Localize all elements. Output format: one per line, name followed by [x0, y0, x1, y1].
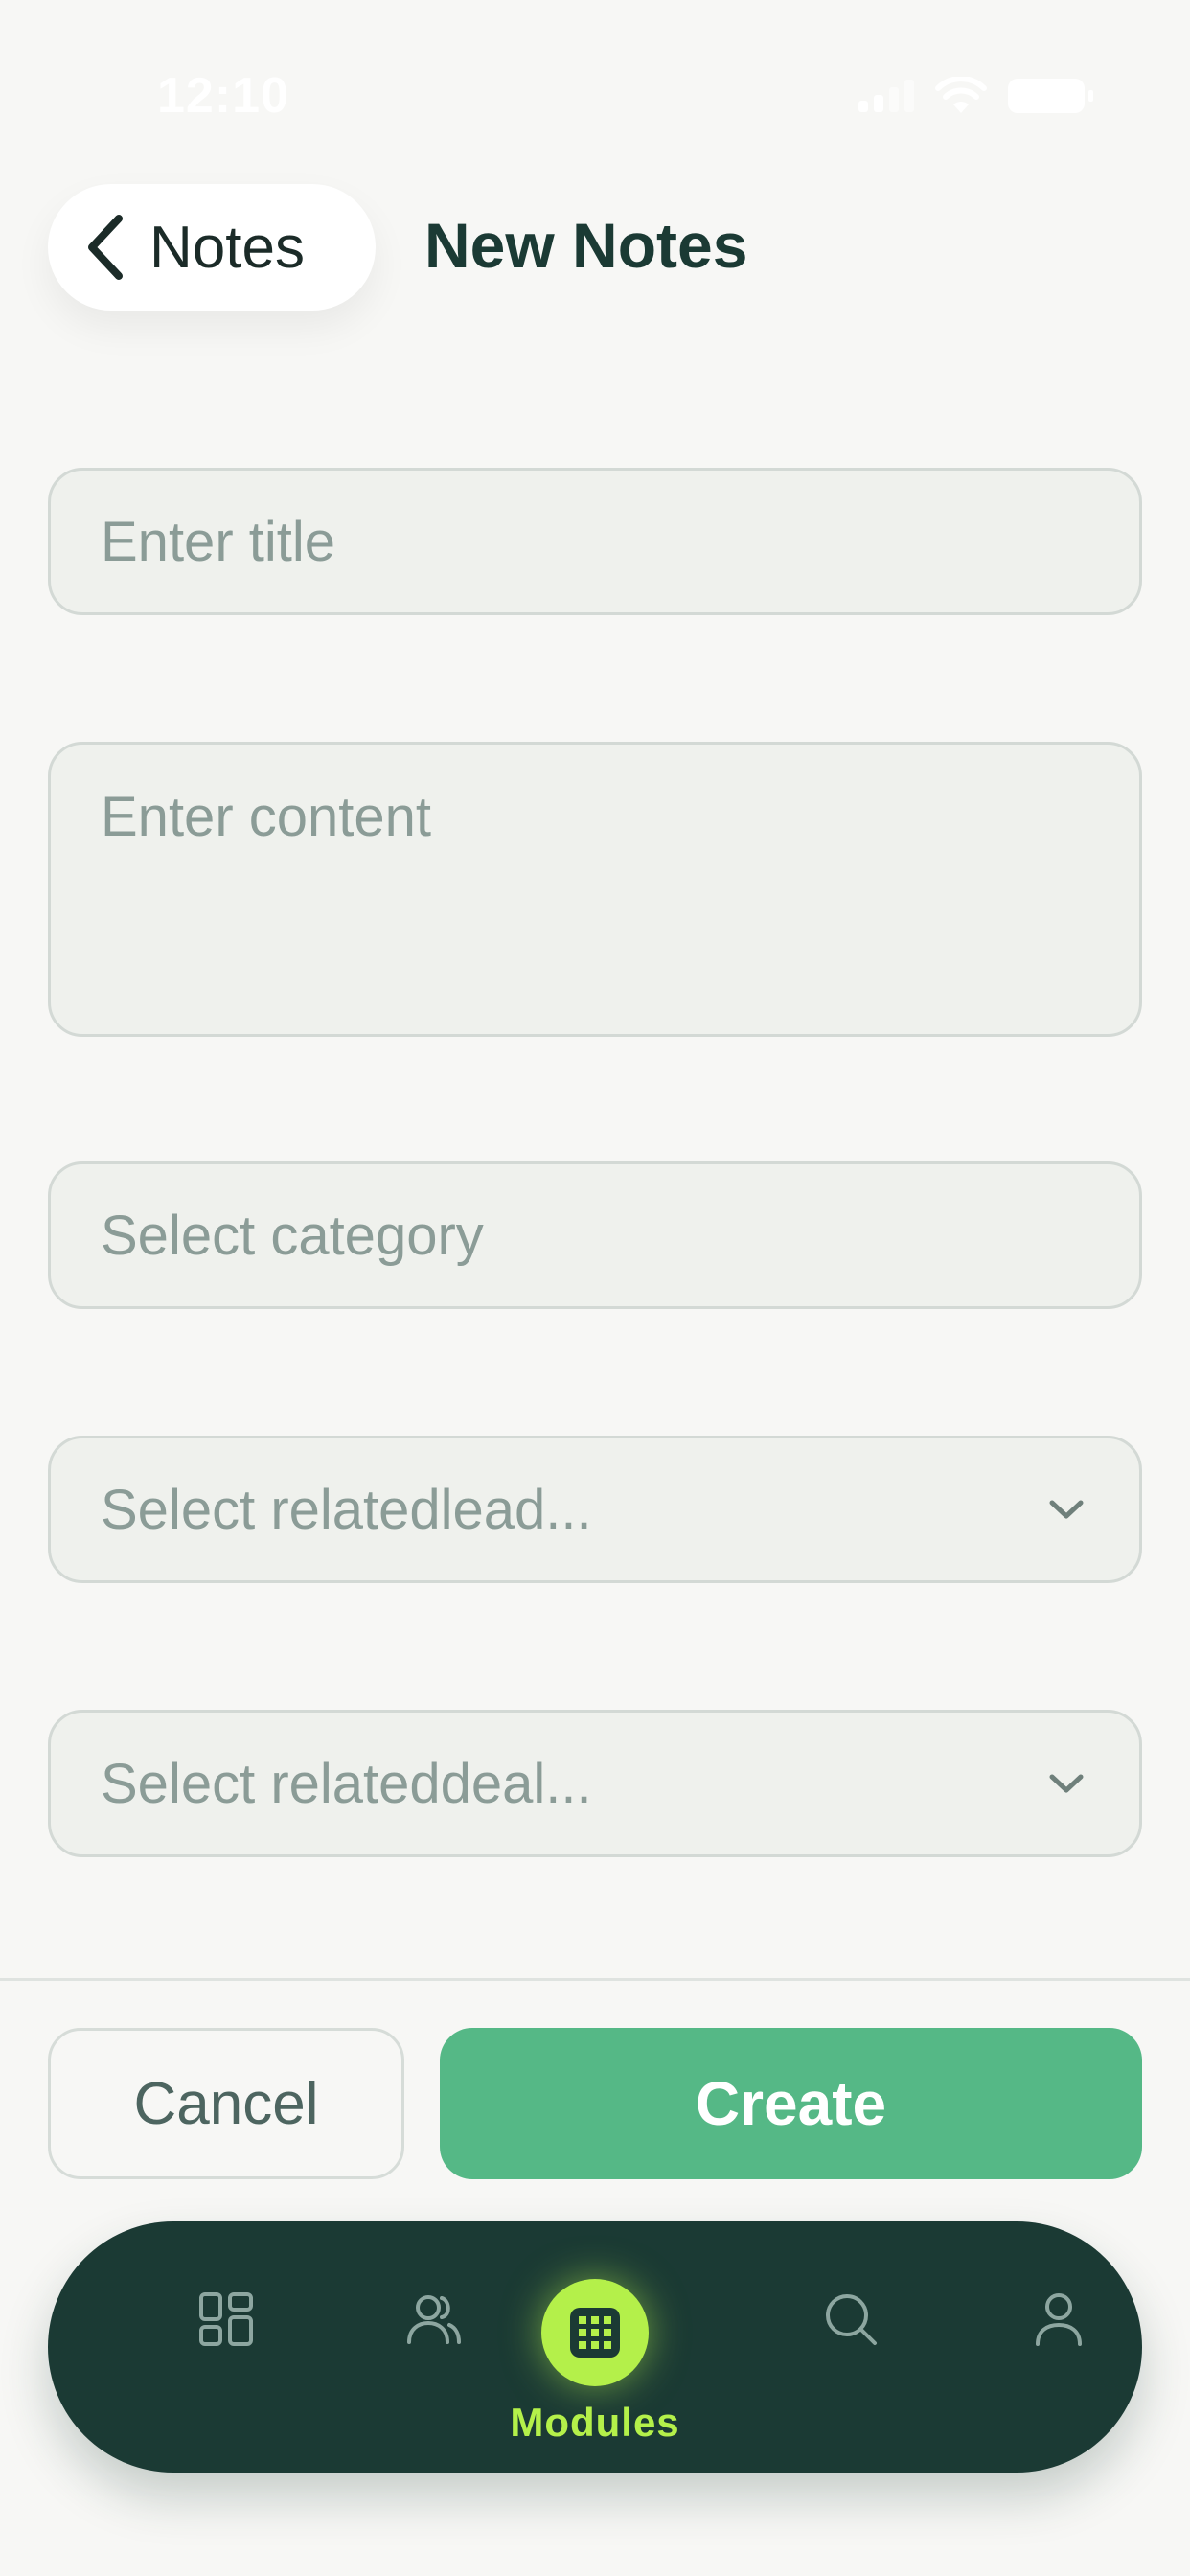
cancel-button[interactable]: Cancel	[48, 2028, 404, 2179]
user-icon	[1036, 2293, 1082, 2346]
grid-icon	[570, 2308, 620, 2358]
modules-active-indicator	[541, 2279, 649, 2386]
footer-divider	[0, 1978, 1190, 1981]
bottom-tab-bar: Modules	[48, 2221, 1142, 2472]
wifi-icon	[935, 77, 987, 113]
users-icon	[407, 2295, 461, 2344]
tab-modules[interactable]: Modules	[499, 2221, 691, 2472]
tab-dashboard[interactable]	[130, 2221, 322, 2472]
status-bar: 12:10	[0, 0, 1190, 192]
signal-icon	[858, 80, 914, 112]
chevron-left-icon	[88, 215, 123, 280]
search-icon	[826, 2294, 877, 2345]
back-button[interactable]: Notes	[48, 184, 376, 310]
status-time: 12:10	[157, 68, 289, 124]
tab-profile[interactable]	[963, 2221, 1155, 2472]
chevron-down-icon	[1049, 1774, 1084, 1793]
category-input[interactable]	[48, 1162, 1142, 1309]
related-deal-placeholder: Select relateddeal...	[101, 1752, 592, 1815]
related-deal-select[interactable]: Select relateddeal...	[48, 1710, 1142, 1857]
back-label: Notes	[149, 214, 305, 281]
content-textarea[interactable]	[48, 742, 1142, 1037]
tab-modules-label: Modules	[510, 2400, 680, 2445]
related-lead-select[interactable]: Select relatedlead...	[48, 1436, 1142, 1583]
tab-search[interactable]	[755, 2221, 947, 2472]
status-icons	[858, 77, 1093, 115]
title-input[interactable]	[48, 468, 1142, 615]
dashboard-icon	[199, 2292, 253, 2346]
related-lead-placeholder: Select relatedlead...	[101, 1478, 592, 1541]
chevron-down-icon	[1049, 1500, 1084, 1519]
battery-icon	[1008, 79, 1093, 113]
create-button[interactable]: Create	[440, 2028, 1142, 2179]
page-title: New Notes	[424, 210, 748, 281]
